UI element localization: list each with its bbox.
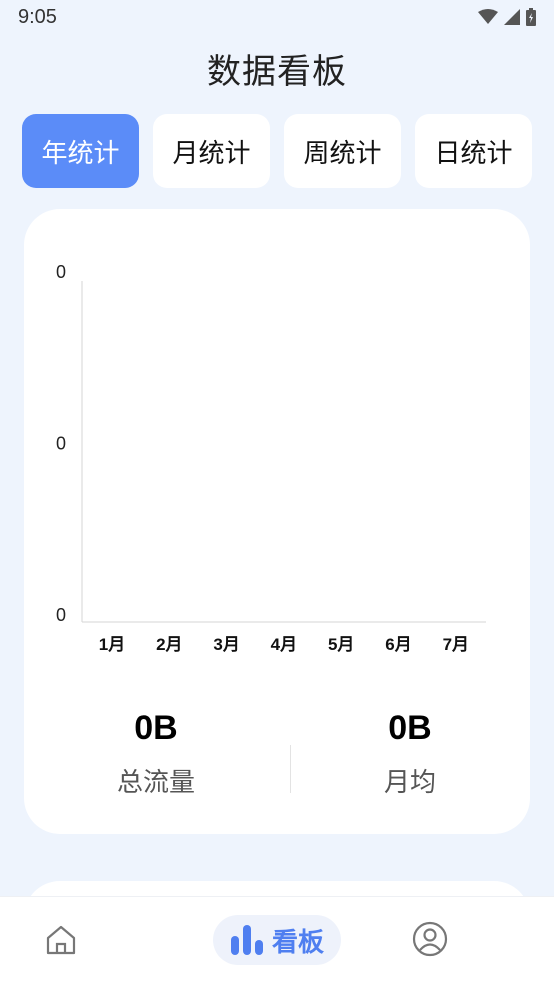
battery-icon [526,8,536,26]
status-time: 9:05 [18,5,57,28]
total-traffic-label: 总流量 [116,768,195,798]
nav-board-button[interactable]: 看板 [213,915,341,965]
x-tick-label: 3月 [213,635,239,654]
tab-month[interactable]: 月统计 [153,114,270,188]
y-tick-label: 0 [56,434,66,454]
monthly-average-stat: 0B 月均 [310,709,510,799]
chart-card: 0 0 0 1月 2月 3月 4月 5月 6月 7月 0B 总流量 0B 月均 [24,209,530,834]
x-tick-label: 2月 [156,635,182,654]
home-icon[interactable] [44,923,78,957]
signal-icon [504,9,520,25]
status-bar: 9:05 [0,0,554,34]
bar-chart-icon [230,925,263,955]
x-tick-label: 1月 [99,635,125,654]
status-icons [478,8,536,26]
nav-board-label: 看板 [271,927,324,958]
traffic-chart: 0 0 0 1月 2月 3月 4月 5月 6月 7月 [56,262,486,654]
x-tick-label: 6月 [385,635,411,654]
tab-week[interactable]: 周统计 [284,114,401,188]
user-icon[interactable] [412,921,448,957]
x-tick-label: 5月 [328,635,354,654]
stat-tabs: 年统计 月统计 周统计 日统计 [22,114,532,188]
monthly-average-label: 月均 [383,768,436,798]
stat-divider [290,745,291,793]
total-traffic-stat: 0B 总流量 [56,709,256,799]
wifi-icon [478,9,498,24]
x-tick-label: 4月 [271,635,297,654]
total-traffic-value: 0B [134,709,178,747]
page-title: 数据看板 [207,52,347,92]
tab-year[interactable]: 年统计 [22,114,139,188]
x-tick-label: 7月 [443,635,469,654]
y-tick-label: 0 [56,605,66,625]
monthly-average-value: 0B [388,709,432,747]
y-tick-label: 0 [56,262,66,282]
bottom-nav: 看板 [0,896,554,984]
tab-day[interactable]: 日统计 [415,114,532,188]
